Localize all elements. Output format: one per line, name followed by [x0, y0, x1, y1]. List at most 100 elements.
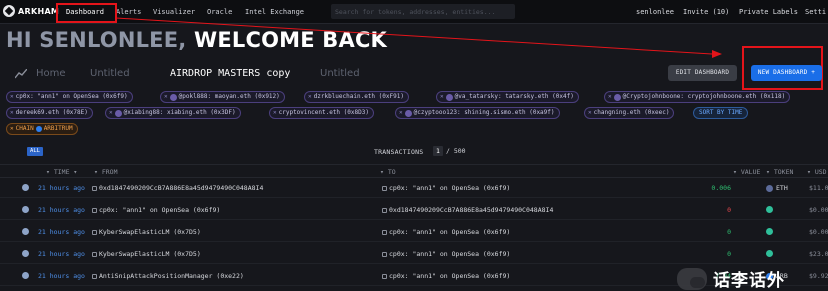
- from-column-header[interactable]: ▾ FROM: [94, 168, 117, 176]
- value-column-header[interactable]: ▾ VALUE: [733, 168, 760, 176]
- sort-by-time-button[interactable]: SORT BY TIME: [693, 107, 749, 119]
- filter-chip[interactable]: ✕ @xiabing88: xiabing.eth (0x3DF): [105, 107, 241, 119]
- remove-icon[interactable]: ✕: [10, 124, 14, 134]
- arbitrum-icon: [35, 126, 42, 132]
- usd-column-header[interactable]: ▾ USD: [807, 168, 827, 176]
- row-token: [766, 228, 776, 235]
- eth-icon: [766, 184, 773, 192]
- tab-untitled-1[interactable]: Untitled: [90, 68, 130, 79]
- transfer-icon: [22, 250, 29, 257]
- row-from[interactable]: KyberSwapElasticLM (0x7D5): [92, 228, 201, 236]
- filter-chip[interactable]: ✕ @va_tatarsky: tatarsky.eth (0x4f): [436, 91, 579, 103]
- filter-chip[interactable]: ✕ cp0x: "ann1" on OpenSea (0x6f9): [6, 91, 133, 103]
- row-time[interactable]: 21 hours ago: [38, 250, 85, 258]
- row-token: [766, 206, 776, 213]
- transfer-icon: [22, 184, 29, 191]
- chain-filter-chip[interactable]: ✕ CHAIN ARBITRUM: [6, 123, 78, 135]
- row-to[interactable]: 0xd1847490209CcB7A886E8a45d9479490C048A8…: [382, 206, 553, 214]
- row-from[interactable]: AntiSnipAttackPositionManager (0xe22): [92, 272, 244, 280]
- transactions-label: TRANSACTIONS: [374, 148, 424, 156]
- remove-icon[interactable]: ✕: [308, 92, 312, 102]
- table-row[interactable]: 21 hours ago cp0x: "ann1" on OpenSea (0x…: [0, 200, 828, 220]
- row-token: [766, 250, 776, 257]
- row-usd: $11.02: [809, 184, 828, 192]
- token-column-header[interactable]: ▾ TOKEN: [766, 168, 793, 176]
- avatar-icon: [613, 93, 621, 101]
- all-filter-button[interactable]: ALL: [27, 147, 43, 156]
- remove-icon[interactable]: ✕: [608, 92, 612, 102]
- tab-untitled-2[interactable]: Untitled: [320, 68, 360, 79]
- address-icon: [382, 274, 387, 279]
- row-to[interactable]: cp0x: "ann1" on OpenSea (0x6f9): [382, 184, 510, 192]
- address-icon: [382, 252, 387, 257]
- tab-airdrop-masters[interactable]: AIRDROP MASTERS copy: [170, 68, 290, 79]
- remove-icon[interactable]: ✕: [440, 92, 444, 102]
- remove-icon[interactable]: ✕: [109, 108, 113, 118]
- address-icon: [92, 274, 97, 279]
- row-usd: $0.00: [809, 206, 828, 214]
- address-icon: [92, 252, 97, 257]
- table-row[interactable]: 21 hours ago KyberSwapElasticLM (0x7D5) …: [0, 244, 828, 264]
- pagination: 1 / 500: [433, 146, 466, 156]
- row-usd: $9.92: [809, 272, 828, 280]
- row-usd: $0.00: [809, 228, 828, 236]
- row-value: 0.006: [711, 184, 731, 192]
- row-value: 0: [727, 228, 731, 236]
- tab-home[interactable]: Home: [36, 68, 66, 79]
- filter-chip[interactable]: ✕ dereek69.eth (0x78E): [6, 107, 93, 119]
- avatar-icon: [445, 93, 453, 101]
- address-icon: [382, 208, 387, 213]
- remove-icon[interactable]: ✕: [10, 108, 14, 118]
- address-icon: [92, 186, 97, 191]
- avatar-icon: [114, 109, 122, 117]
- avatar-icon: [169, 93, 177, 101]
- token-icon: [766, 228, 773, 235]
- row-to[interactable]: cp0x: "ann1" on OpenSea (0x6f9): [382, 228, 510, 236]
- filter-chip[interactable]: ✕ @pokl888: maoyan.eth (0x912): [160, 91, 285, 103]
- table-header: ▾ TIME ▾ ▾ FROM ▾ TO ▾ VALUE ▾ TOKEN ▾ U…: [0, 164, 828, 178]
- edit-dashboard-button[interactable]: EDIT DASHBOARD: [668, 65, 737, 81]
- time-column-header[interactable]: ▾ TIME ▾: [46, 168, 77, 176]
- row-value: 0: [727, 206, 731, 214]
- filter-chip[interactable]: ✕ dzrkbluechain.eth (0xF91): [304, 91, 409, 103]
- remove-icon[interactable]: ✕: [588, 108, 592, 118]
- transfer-icon: [22, 206, 29, 213]
- filter-chip[interactable]: ✕ cryptovincent.eth (0x8D3): [269, 107, 374, 119]
- row-to[interactable]: cp0x: "ann1" on OpenSea (0x6f9): [382, 272, 510, 280]
- row-time[interactable]: 21 hours ago: [38, 228, 85, 236]
- address-icon: [382, 186, 387, 191]
- page-total: / 500: [446, 147, 466, 155]
- new-dashboard-button[interactable]: NEW DASHBOARD +: [751, 65, 822, 81]
- address-icon: [92, 230, 97, 235]
- token-icon: [766, 206, 773, 213]
- filter-chip[interactable]: ✕ @Cryptojohnboone: cryptojohnboone.eth (…: [604, 91, 791, 103]
- to-column-header[interactable]: ▾ TO: [380, 168, 396, 176]
- wechat-watermark: 话李话外: [677, 266, 785, 291]
- token-icon: [766, 250, 773, 257]
- avatar-icon: [404, 109, 412, 117]
- row-usd: $23.00: [809, 250, 828, 258]
- row-from[interactable]: cp0x: "ann1" on OpenSea (0x6f9): [92, 206, 220, 214]
- row-time[interactable]: 21 hours ago: [38, 272, 85, 280]
- row-from[interactable]: 0xd1847490209CcB7A886E8a45d9479490C048A8…: [92, 184, 263, 192]
- wechat-icon: [677, 267, 707, 290]
- page-number-input[interactable]: 1: [433, 146, 443, 156]
- remove-icon[interactable]: ✕: [273, 108, 277, 118]
- row-from[interactable]: KyberSwapElasticLM (0x7D5): [92, 250, 201, 258]
- remove-icon[interactable]: ✕: [399, 108, 403, 118]
- filter-chip[interactable]: ✕ changning.eth (0xeec): [584, 107, 675, 119]
- table-row[interactable]: 21 hours ago KyberSwapElasticLM (0x7D5) …: [0, 222, 828, 242]
- row-value: 0: [727, 250, 731, 258]
- transfer-icon: [22, 228, 29, 235]
- remove-icon[interactable]: ✕: [164, 92, 168, 102]
- address-icon: [382, 230, 387, 235]
- table-row[interactable]: 21 hours ago 0xd1847490209CcB7A886E8a45d…: [0, 178, 828, 198]
- watermark-text: 话李话外: [713, 271, 785, 291]
- filter-chip[interactable]: ✕ @czyptooo123: shining.sismo.eth (0xa9f): [395, 107, 560, 119]
- row-to[interactable]: cp0x: "ann1" on OpenSea (0x6f9): [382, 250, 510, 258]
- address-icon: [92, 208, 97, 213]
- row-time[interactable]: 21 hours ago: [38, 184, 85, 192]
- row-time[interactable]: 21 hours ago: [38, 206, 85, 214]
- remove-icon[interactable]: ✕: [10, 92, 14, 102]
- row-token: ETH: [766, 184, 788, 192]
